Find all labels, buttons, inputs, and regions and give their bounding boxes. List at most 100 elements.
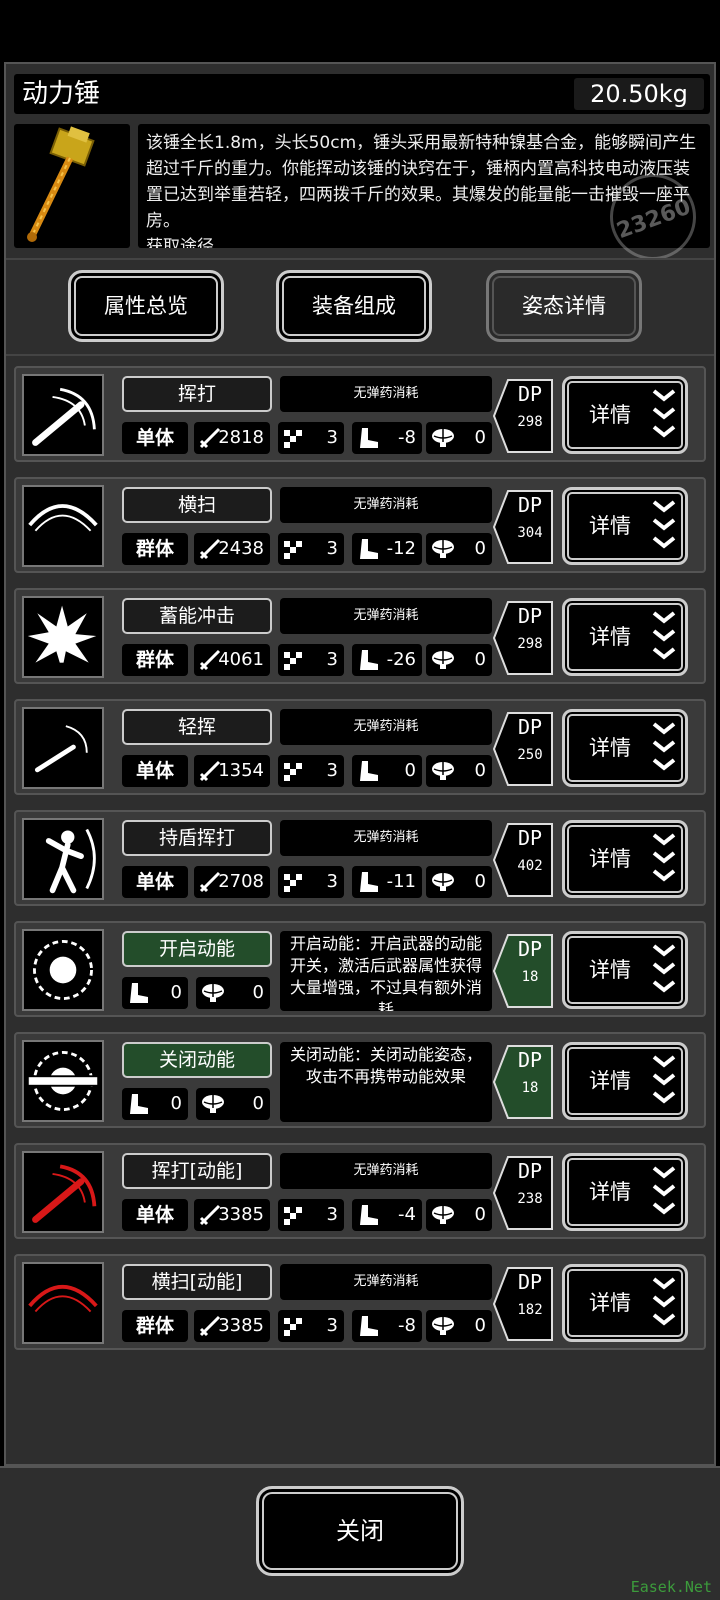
hammer-icon (14, 124, 130, 248)
detail-button[interactable]: 详情 (562, 376, 688, 454)
item-weight: 20.50kg (574, 78, 704, 110)
brain-stat: 0 (426, 533, 492, 565)
hit-stat: 3 (278, 533, 344, 565)
chevron-down-icon (652, 1055, 676, 1104)
brain-icon (430, 648, 454, 672)
damage-stat: 2818 (194, 422, 270, 454)
dp-badge: DP 298 (492, 378, 554, 454)
detail-button[interactable]: 详情 (562, 1264, 688, 1342)
skill-name: 开启动能 (122, 931, 272, 967)
brain-icon (430, 870, 454, 894)
item-name: 动力锤 (22, 79, 101, 109)
skill-row: 开启动能 开启动能：开启武器的动能开关，激活后武器属性获得大量增强，不过具有额外消… (14, 921, 706, 1017)
chevron-down-icon (652, 833, 676, 882)
brain-stat: 0 (426, 1199, 492, 1231)
skill-name: 横扫 (122, 487, 272, 523)
checker-flag-icon (282, 426, 306, 450)
tab-bar: 属性总览 装备组成 姿态详情 (6, 270, 714, 346)
hit-stat: 3 (278, 755, 344, 787)
skill-name: 轻挥 (122, 709, 272, 745)
swing-icon (22, 374, 104, 456)
move-stat: -12 (352, 533, 422, 565)
skill-name: 蓄能冲击 (122, 598, 272, 634)
dp-badge: DP 238 (492, 1155, 554, 1231)
skill-name: 持盾挥打 (122, 820, 272, 856)
move-stat: 0 (352, 755, 422, 787)
detail-button[interactable]: 详情 (562, 598, 688, 676)
dp-badge: DP 298 (492, 600, 554, 676)
skill-row: 蓄能冲击 无弹药消耗 群体 4061 3 -26 0 DP 298 详情 (14, 588, 706, 684)
ammo-label: 无弹药消耗 (280, 487, 492, 523)
move-stat: -11 (352, 866, 422, 898)
ammo-label: 无弹药消耗 (280, 1153, 492, 1189)
target-type: 群体 (122, 1310, 188, 1342)
brain-icon (430, 426, 454, 450)
tab-stance-details[interactable]: 姿态详情 (486, 270, 642, 342)
divider (6, 258, 714, 260)
detail-button[interactable]: 详情 (562, 1153, 688, 1231)
checker-flag-icon (282, 870, 306, 894)
detail-button[interactable]: 详情 (562, 709, 688, 787)
skill-row: 轻挥 无弹药消耗 单体 1354 3 0 0 DP 250 详情 (14, 699, 706, 795)
boot-icon (126, 1092, 150, 1116)
checker-flag-icon (282, 1203, 306, 1227)
move-stat: -8 (352, 422, 422, 454)
boot-icon (356, 537, 380, 561)
detail-button[interactable]: 详情 (562, 487, 688, 565)
chevron-down-icon (652, 944, 676, 993)
chevron-down-icon (652, 389, 676, 438)
target-type: 群体 (122, 533, 188, 565)
skill-row: 持盾挥打 无弹药消耗 单体 2708 3 -11 0 DP 402 详情 (14, 810, 706, 906)
checker-flag-icon (282, 1314, 306, 1338)
hit-stat: 3 (278, 1199, 344, 1231)
detail-button[interactable]: 详情 (562, 1042, 688, 1120)
close-button[interactable]: 关闭 (256, 1486, 464, 1576)
boot-icon (356, 759, 380, 783)
chevron-down-icon (652, 611, 676, 660)
ammo-label: 无弹药消耗 (280, 598, 492, 634)
red-swing-icon (22, 1151, 104, 1233)
item-header: 动力锤 20.50kg (14, 74, 710, 114)
detail-button[interactable]: 详情 (562, 820, 688, 898)
tab-attributes[interactable]: 属性总览 (68, 270, 224, 342)
target-type: 单体 (122, 1199, 188, 1231)
checker-flag-icon (282, 648, 306, 672)
skill-note: 关闭动能：关闭动能姿态，攻击不再携带动能效果 (280, 1042, 492, 1122)
damage-stat: 3385 (194, 1199, 270, 1231)
move-stat: -26 (352, 644, 422, 676)
skill-row: 挥打[动能] 无弹药消耗单体 3385 3 -4 0 DP 238 详情 (14, 1143, 706, 1239)
divider (6, 354, 714, 356)
tab-equipment[interactable]: 装备组成 (276, 270, 432, 342)
sweep-icon (22, 485, 104, 567)
dp-badge: DP 304 (492, 489, 554, 565)
checker-flag-icon (282, 759, 306, 783)
ammo-label: 无弹药消耗 (280, 376, 492, 412)
boot-icon (356, 870, 380, 894)
hit-stat: 3 (278, 866, 344, 898)
skill-row: 关闭动能 关闭动能：关闭动能姿态，攻击不再携带动能效果 0 0 DP 18 详情 (14, 1032, 706, 1128)
detail-button[interactable]: 详情 (562, 931, 688, 1009)
skill-name: 挥打 (122, 376, 272, 412)
boot-icon (356, 426, 380, 450)
brain-icon (430, 537, 454, 561)
move-stat: 0 (122, 1088, 188, 1120)
move-stat: -4 (352, 1199, 422, 1231)
ammo-label: 无弹药消耗 (280, 1264, 492, 1300)
skill-row: 横扫[动能] 无弹药消耗 群体 3385 3 -8 0 DP 182 详情 (14, 1254, 706, 1350)
brain-icon (430, 1314, 454, 1338)
hit-stat: 3 (278, 644, 344, 676)
boot-icon (356, 1203, 380, 1227)
ammo-label: 无弹药消耗 (280, 820, 492, 856)
damage-stat: 3385 (194, 1310, 270, 1342)
skill-name: 挥打[动能] (122, 1153, 272, 1189)
burst-icon (22, 596, 104, 678)
target-type: 单体 (122, 866, 188, 898)
boot-icon (126, 981, 150, 1005)
skill-row: 横扫 无弹药消耗 群体 2438 3 -12 0 DP 304 详情 (14, 477, 706, 573)
chevron-down-icon (652, 1166, 676, 1215)
dp-badge: DP 18 (492, 1044, 554, 1120)
ammo-label: 无弹药消耗 (280, 709, 492, 745)
brain-stat: 0 (426, 644, 492, 676)
power-off-icon (22, 1040, 104, 1122)
brain-stat: 0 (196, 977, 270, 1009)
